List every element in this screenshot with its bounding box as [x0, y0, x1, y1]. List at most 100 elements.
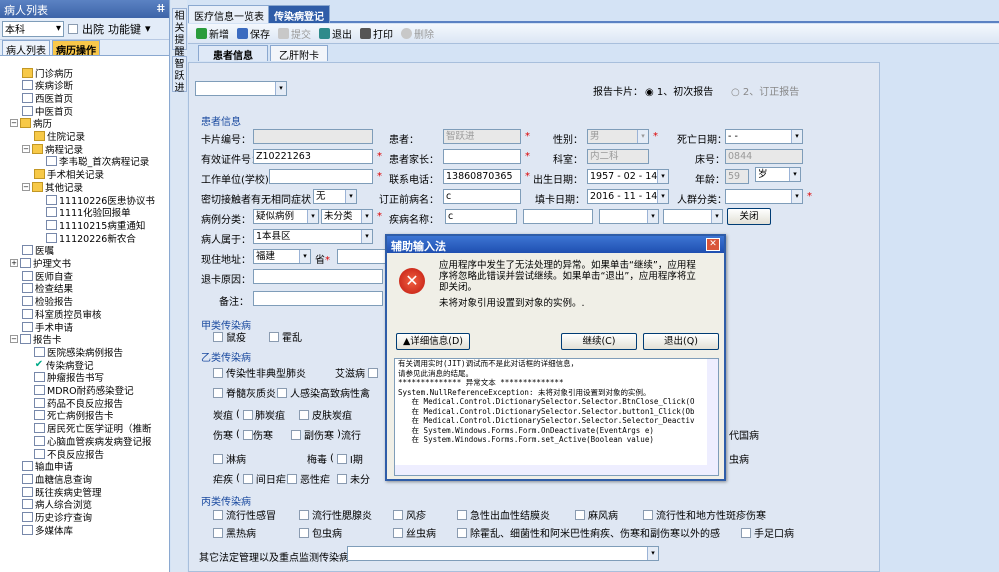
print-button[interactable]: 打印: [360, 26, 393, 41]
tree-item[interactable]: 手术相关记录: [34, 168, 104, 181]
tree-item[interactable]: 李韦聪_首次病程记录: [46, 155, 149, 168]
id-no-input[interactable]: Z10221263: [253, 149, 373, 164]
sex-select[interactable]: 男 ▾: [587, 129, 649, 144]
radio-corrected[interactable]: ○ 2、订正报告: [731, 83, 799, 98]
tree-item[interactable]: 门诊病历: [22, 66, 73, 80]
tree-item[interactable]: 既往疾病史管理: [22, 485, 102, 499]
belong-select[interactable]: 1本县区 ▾: [253, 229, 373, 244]
card-no-input[interactable]: [253, 129, 373, 144]
checkbox-filariasis[interactable]: 丝虫病: [393, 525, 436, 540]
tab-record-ops[interactable]: 病历操作: [52, 40, 100, 57]
expand-toggle-icon[interactable]: −: [22, 144, 30, 153]
details-button[interactable]: ▲详细信息(D): [396, 333, 470, 350]
disease-input-2[interactable]: [523, 209, 593, 224]
checkbox-paratyphoid[interactable]: 副伤寒): [291, 427, 341, 442]
continue-button[interactable]: 继续(C): [561, 333, 637, 350]
tree-item[interactable]: ✔ 传染病登记: [34, 358, 94, 372]
phone-input[interactable]: 13860870365: [443, 169, 521, 184]
tree-item[interactable]: 多媒体库: [22, 523, 73, 537]
tree-item[interactable]: MDRO耐药感染登记: [34, 384, 134, 397]
checkbox-polio[interactable]: 脊髓灰质炎: [213, 385, 276, 400]
age-input[interactable]: 59: [725, 169, 749, 184]
exit-button[interactable]: 退出: [319, 26, 352, 41]
tree-item[interactable]: 11110226医患协议书: [46, 193, 155, 207]
crowd-select[interactable]: ▾: [725, 189, 803, 204]
tree-item[interactable]: 科室质控员审核: [22, 307, 102, 321]
tree-item[interactable]: 肿瘤报告书写: [34, 371, 104, 384]
close-contact-select[interactable]: 无 ▾: [313, 189, 357, 204]
checkbox-conjunctivitis[interactable]: 急性出血性结膜炎: [457, 507, 550, 522]
save-button[interactable]: 保存: [237, 26, 270, 41]
quit-button[interactable]: 退出(Q): [643, 333, 719, 350]
checkbox-typhus[interactable]: 流行性和地方性斑疹伤寒: [643, 507, 766, 522]
checkbox-hfmd[interactable]: 手足口病: [741, 525, 794, 540]
dept-input[interactable]: 内二科: [587, 149, 649, 164]
fill-date-input[interactable]: 2016 - 11 - 14 ▾: [587, 189, 669, 204]
checkbox-cutaneous-anthrax[interactable]: 皮肤炭疽: [299, 407, 352, 422]
age-unit-select[interactable]: 岁 ▾: [755, 167, 801, 182]
checkbox-typhoid[interactable]: 伤寒: [253, 427, 273, 442]
func-key-menu[interactable]: 功能键: [108, 21, 141, 37]
tree-item[interactable]: − 其他记录: [22, 180, 83, 194]
pin-icon[interactable]: ⵌ: [156, 2, 165, 16]
tree-item[interactable]: − 病程记录: [22, 142, 83, 156]
tree-item[interactable]: 药品不良反应报告: [34, 396, 123, 410]
tree-item[interactable]: 1111化验回报单: [46, 206, 131, 219]
remark-input[interactable]: [253, 291, 383, 306]
death-date-input[interactable]: - - ▾: [725, 129, 803, 144]
close-icon[interactable]: ✕: [706, 238, 720, 251]
back-reason-input[interactable]: [253, 269, 383, 284]
address-city-input[interactable]: [337, 249, 387, 264]
checkbox-plague[interactable]: 鼠疫: [213, 329, 246, 344]
tab-patient-info[interactable]: 患者信息: [198, 45, 268, 62]
checkbox-flu[interactable]: 流行性感冒: [213, 507, 276, 522]
disease-input[interactable]: c: [445, 209, 517, 224]
disease-select-1[interactable]: ▾: [599, 209, 659, 224]
checkbox-rubella[interactable]: 风疹: [393, 507, 426, 522]
tree-item[interactable]: 西医首页: [22, 91, 73, 105]
checkbox-avian-flu[interactable]: 人感染高致病性禽: [277, 385, 370, 400]
vtab-reminder[interactable]: 相关提醒: [172, 8, 187, 58]
tree-item[interactable]: 医师自查: [22, 269, 73, 283]
expand-toggle-icon[interactable]: −: [10, 335, 18, 344]
checkbox-leprosy[interactable]: 麻风病: [575, 507, 618, 522]
tree-item[interactable]: 死亡病例报告卡: [34, 409, 114, 422]
patient-input[interactable]: 智跃进: [443, 129, 521, 144]
tree-item[interactable]: 血糖信息查询: [22, 472, 92, 486]
tab-patient-list[interactable]: 病人列表: [2, 40, 50, 57]
tree-item[interactable]: 不良反应报告: [34, 447, 104, 461]
tree-item[interactable]: 11120226新农合: [46, 231, 136, 245]
corrected-input[interactable]: c: [443, 189, 521, 204]
expand-toggle-icon[interactable]: −: [22, 182, 30, 191]
address-province-select[interactable]: 福建 ▾: [253, 249, 311, 264]
birth-input[interactable]: 1957 - 02 - 14 ▾: [587, 169, 669, 184]
tab-infectious-registry[interactable]: 传染病登记: [268, 5, 330, 23]
exception-details-textbox[interactable]: 有关调用实时(JIT)调试而不是此对话框的详细信息， 请参见此消息的结尾。 ****…: [394, 358, 719, 476]
tree-item[interactable]: 历史诊疗查询: [22, 511, 92, 524]
tree-item[interactable]: 输血申请: [22, 460, 73, 473]
vertical-scrollbar[interactable]: [707, 359, 718, 475]
checkbox-falciparum[interactable]: 恶性疟: [287, 471, 330, 486]
checkbox-unclassified[interactable]: 未分: [337, 471, 370, 486]
top-select[interactable]: ▾: [195, 81, 287, 96]
discharge-checkbox[interactable]: [68, 23, 78, 34]
checkbox-aids[interactable]: 艾滋病: [335, 365, 378, 380]
case-class-select[interactable]: 疑似病例 ▾: [253, 209, 319, 224]
other-disease-select[interactable]: ▾: [347, 546, 659, 561]
tree-item[interactable]: 中医首页: [22, 104, 73, 118]
tree-item[interactable]: 医院感染病例报告: [34, 345, 123, 359]
tree-item[interactable]: 手术申请: [22, 320, 73, 334]
checkbox-echinococcosis[interactable]: 包虫病: [299, 525, 342, 540]
tab-hepb-card[interactable]: 乙肝附卡: [270, 45, 328, 62]
checkbox-sars[interactable]: 传染性非典型肺炎: [213, 365, 306, 380]
vtab-zhiyuejin[interactable]: 智跃进: [172, 56, 187, 94]
expand-toggle-icon[interactable]: −: [10, 119, 18, 128]
checkbox-kala-azar[interactable]: 黑热病: [213, 525, 256, 540]
expand-toggle-icon[interactable]: +: [10, 259, 18, 267]
tree-item[interactable]: + 护理文书: [10, 257, 71, 270]
checkbox-epidemic[interactable]: 流行: [341, 427, 361, 442]
delete-button[interactable]: 删除: [401, 26, 434, 41]
guardian-input[interactable]: [443, 149, 521, 164]
tab-medical-overview[interactable]: 医疗信息一览表: [188, 5, 270, 23]
tree-item[interactable]: 疾病诊断: [22, 79, 73, 92]
